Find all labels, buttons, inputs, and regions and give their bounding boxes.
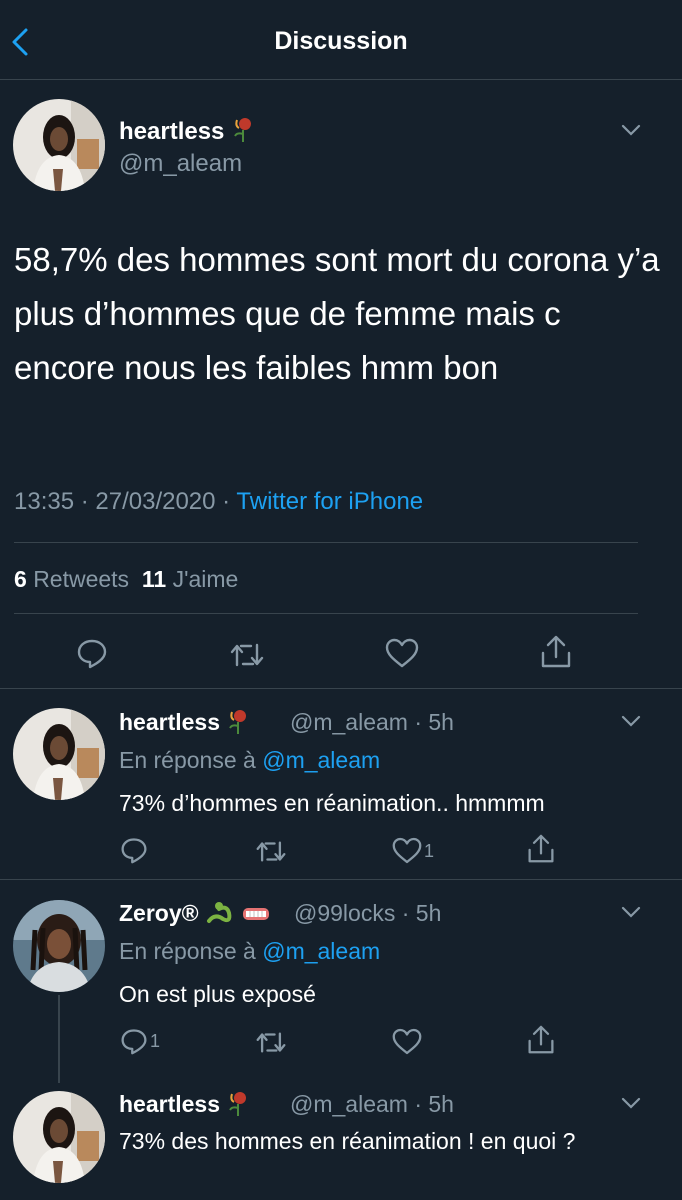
- likes-count[interactable]: 11: [142, 566, 166, 592]
- tweet-meta: 13:35 · 27/03/2020 · Twitter for iPhone: [14, 488, 423, 516]
- share-button[interactable]: [527, 1025, 555, 1055]
- reply-author-name[interactable]: Zeroy®: [119, 899, 271, 931]
- header: Discussion: [0, 0, 682, 80]
- reply-icon: [121, 838, 147, 864]
- reply-text: 73% d’hommes en réanimation.. hmmmm: [119, 790, 545, 816]
- snake-emoji-icon: [205, 899, 235, 931]
- share-icon: [528, 834, 554, 863]
- reply-to-link[interactable]: @m_aleam: [262, 747, 380, 773]
- reply-button[interactable]: [120, 836, 148, 864]
- like-icon: [392, 1028, 422, 1055]
- reply-context: En réponse à @m_aleam: [119, 938, 381, 964]
- avatar[interactable]: [13, 900, 105, 992]
- share-button[interactable]: [527, 834, 555, 864]
- reply-author-name[interactable]: heartless: [119, 1090, 250, 1122]
- reply-count: 1: [150, 1031, 161, 1051]
- page-title: Discussion: [274, 27, 408, 55]
- discussion-screen: Discussion heartless @m_aleam 58,7% des …: [0, 0, 682, 1200]
- avatar[interactable]: [13, 99, 105, 191]
- reply-to-link[interactable]: @m_aleam: [262, 938, 380, 964]
- divider: [0, 879, 682, 880]
- divider: [0, 688, 682, 689]
- chevron-down-icon[interactable]: [620, 714, 642, 728]
- chevron-down-icon[interactable]: [620, 905, 642, 919]
- like-button[interactable]: [385, 638, 419, 668]
- rose-emoji-icon: [231, 116, 255, 149]
- like-icon: [392, 837, 422, 864]
- reply-text: On est plus exposé: [119, 981, 316, 1007]
- reply-author-handle[interactable]: @m_aleam · 5h: [290, 709, 454, 736]
- retweet-icon: [256, 841, 286, 862]
- retweet-button[interactable]: [229, 641, 265, 669]
- reply-icon: [77, 639, 107, 669]
- share-icon: [541, 635, 571, 668]
- reply-button[interactable]: [120, 1027, 148, 1055]
- author-name[interactable]: heartless: [119, 116, 255, 149]
- like-icon: [385, 638, 419, 668]
- reply-button[interactable]: [76, 637, 108, 669]
- like-count: 1: [424, 841, 435, 861]
- reply-author-handle[interactable]: @m_aleam · 5h: [290, 1091, 454, 1118]
- reply-context: En réponse à @m_aleam: [119, 747, 381, 773]
- rose-emoji-icon: [226, 1090, 250, 1122]
- tweet-timestamp: 13:35 · 27/03/2020 ·: [14, 488, 237, 515]
- rose-emoji-icon: [226, 708, 250, 740]
- like-button[interactable]: [392, 837, 422, 864]
- reply-author-handle[interactable]: @99locks · 5h: [294, 900, 441, 927]
- author-handle[interactable]: @m_aleam: [119, 150, 242, 178]
- chevron-down-icon[interactable]: [620, 1096, 642, 1110]
- retweets-count[interactable]: 6: [14, 566, 27, 592]
- header-divider: [0, 79, 682, 80]
- share-icon: [528, 1025, 554, 1054]
- reply-author-name[interactable]: heartless: [119, 708, 250, 740]
- likes-label[interactable]: J'aime: [173, 566, 239, 592]
- divider: [14, 542, 638, 543]
- reply-text: 73% des hommes en réanimation ! en quoi …: [119, 1128, 576, 1154]
- grill-emoji-icon: [241, 902, 271, 929]
- retweets-label[interactable]: Retweets: [33, 566, 129, 592]
- tweet-source-link[interactable]: Twitter for iPhone: [236, 488, 423, 515]
- chevron-down-icon[interactable]: [620, 123, 642, 137]
- divider: [14, 613, 638, 614]
- retweet-button[interactable]: [255, 1030, 287, 1055]
- retweet-icon: [256, 1032, 286, 1053]
- avatar[interactable]: [13, 1091, 105, 1183]
- thread-connector: [58, 995, 60, 1083]
- tweet-text: 58,7% des hommes sont mort du corona y’a…: [14, 241, 660, 386]
- retweet-icon: [230, 643, 264, 667]
- reply-icon: [121, 1029, 147, 1055]
- like-button[interactable]: [392, 1028, 422, 1055]
- share-button[interactable]: [540, 635, 572, 669]
- avatar[interactable]: [13, 708, 105, 800]
- tweet-stats: 6 Retweets 11 J'aime: [14, 566, 238, 593]
- retweet-button[interactable]: [255, 839, 287, 864]
